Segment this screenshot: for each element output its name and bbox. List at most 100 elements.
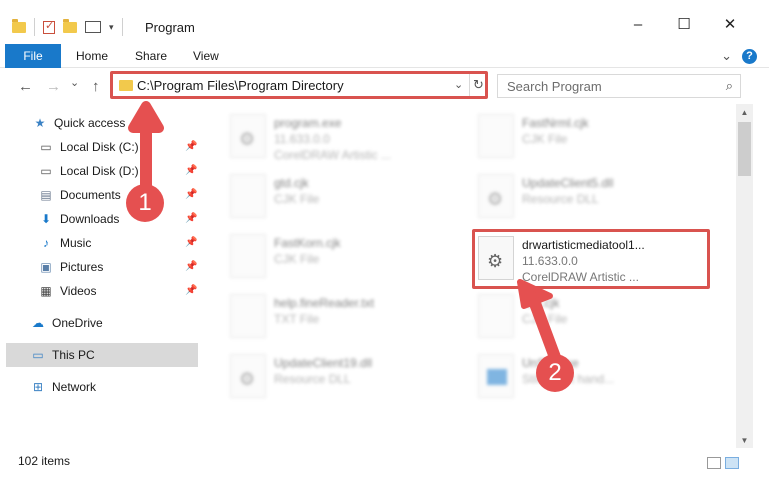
sidebar-item-network[interactable]: ⊞ Network xyxy=(30,375,96,399)
file-icon xyxy=(230,294,266,338)
quick-access-toolbar: ▾ xyxy=(12,18,123,36)
file-icon xyxy=(230,234,266,278)
folder-icon[interactable] xyxy=(12,18,26,33)
ribbon-collapse-icon[interactable]: ⌄ xyxy=(721,48,732,64)
pin-icon[interactable]: 📌 xyxy=(185,189,197,200)
cloud-icon: ☁ xyxy=(32,316,44,330)
sidebar-item-local-disk-c[interactable]: ▭ Local Disk (C:) xyxy=(38,135,139,159)
file-item[interactable]: FastNrml.cjk CJK File xyxy=(478,110,708,164)
maximize-button[interactable]: ☐ xyxy=(674,14,694,34)
item-count: 102 items xyxy=(18,454,71,468)
scroll-up-icon[interactable]: ▲ xyxy=(736,104,753,120)
sidebar-item-label: Quick access xyxy=(54,116,126,130)
file-item[interactable]: gtd.cjk CJK File xyxy=(230,170,460,224)
pin-icon[interactable]: 📌 xyxy=(185,165,197,176)
sidebar-item-quick-access[interactable]: ★ Quick access xyxy=(32,111,126,135)
sidebar-item-label: Local Disk (C:) xyxy=(60,140,139,154)
recent-locations-button[interactable]: ⌄ xyxy=(70,76,79,89)
file-name: help.fineReader.txt xyxy=(274,296,375,310)
properties-check-icon[interactable] xyxy=(43,19,55,34)
sidebar-item-documents[interactable]: ▤ Documents xyxy=(38,183,120,207)
videos-icon: ▦ xyxy=(40,284,52,298)
pin-icon[interactable]: 📌 xyxy=(185,237,197,248)
close-button[interactable]: ✕ xyxy=(720,14,740,34)
file-item[interactable]: fast.cjk CJK File xyxy=(478,290,708,344)
forward-button[interactable]: → xyxy=(46,78,61,95)
tab-home[interactable]: Home xyxy=(76,49,108,63)
star-icon: ★ xyxy=(34,116,46,130)
file-name: gtd.cjk xyxy=(274,176,309,190)
file-type: Resource DLL xyxy=(522,192,599,206)
ribbon-tabs: File Home Share View ⌄ ? xyxy=(0,44,769,68)
file-item[interactable]: ⚙ UpdateClient19.dll Resource DLL xyxy=(230,350,460,404)
pin-icon[interactable]: 📌 xyxy=(185,213,197,224)
scroll-down-icon[interactable]: ▼ xyxy=(736,432,753,448)
file-item[interactable]: UnSTI.exe Still event hand... xyxy=(478,350,708,404)
dll-icon: ⚙ xyxy=(478,174,514,218)
pin-icon[interactable]: 📌 xyxy=(185,141,197,152)
sidebar-item-music[interactable]: ♪ Music xyxy=(38,231,91,255)
step-badge-2: 2 xyxy=(536,354,574,392)
sidebar-item-label: This PC xyxy=(52,348,95,362)
sidebar-item-label: OneDrive xyxy=(52,316,103,330)
new-folder-icon[interactable] xyxy=(63,18,77,33)
search-icon[interactable]: ⌕ xyxy=(726,78,733,94)
sidebar-item-this-pc[interactable]: ▭ This PC xyxy=(6,343,198,367)
sidebar-item-downloads[interactable]: ⬇ Downloads xyxy=(38,207,119,231)
drive-icon: ▭ xyxy=(40,140,52,154)
file-version: 11.633.0.0 xyxy=(274,132,330,146)
view-toggle xyxy=(707,457,739,469)
file-type: TXT File xyxy=(274,312,320,326)
search-input[interactable]: Search Program ⌕ xyxy=(497,74,741,98)
pin-icon[interactable]: 📌 xyxy=(185,285,197,296)
file-name: UpdateClient19.dll xyxy=(274,356,373,370)
navigation-pane: ★ Quick access ▭ Local Disk (C:) 📌 ▭ Loc… xyxy=(0,104,202,448)
toolbar-separator xyxy=(121,18,123,36)
documents-icon: ▤ xyxy=(40,188,52,202)
search-placeholder: Search Program xyxy=(507,79,602,94)
sidebar-item-label: Local Disk (D:) xyxy=(60,164,139,178)
drive-icon: ▭ xyxy=(40,164,52,178)
chevron-down-icon[interactable]: ▾ xyxy=(109,22,114,33)
help-icon[interactable]: ? xyxy=(742,48,757,64)
toolbar-separator xyxy=(34,18,35,36)
file-type: CJK File xyxy=(522,132,568,146)
sidebar-item-local-disk-d[interactable]: ▭ Local Disk (D:) xyxy=(38,159,139,183)
file-name: program.exe xyxy=(274,116,342,130)
file-item[interactable]: help.fineReader.txt TXT File xyxy=(230,290,460,344)
details-view-icon[interactable] xyxy=(707,457,721,469)
file-type: CJK File xyxy=(274,252,320,266)
tiles-view-icon[interactable] xyxy=(725,457,739,469)
sidebar-item-pictures[interactable]: ▣ Pictures xyxy=(38,255,103,279)
file-item[interactable]: FastKorn.cjk CJK File xyxy=(230,230,460,284)
file-item[interactable]: ⚙ program.exe 11.633.0.0 CorelDRAW Artis… xyxy=(230,110,460,164)
sidebar-item-onedrive[interactable]: ☁ OneDrive xyxy=(30,311,103,335)
back-button[interactable]: ← xyxy=(18,78,33,95)
file-name: fast.cjk xyxy=(522,296,560,310)
tab-file[interactable]: File xyxy=(5,44,61,68)
file-name: FastNrml.cjk xyxy=(522,116,589,130)
sidebar-item-label: Pictures xyxy=(60,260,104,274)
music-icon: ♪ xyxy=(43,236,49,250)
file-name: UpdateClient5.dll xyxy=(522,176,614,190)
minimize-button[interactable]: – xyxy=(628,14,648,34)
up-button[interactable]: ↑ xyxy=(92,78,100,95)
file-name: FastKorn.cjk xyxy=(274,236,341,250)
status-bar: 102 items xyxy=(0,448,769,482)
vertical-scrollbar[interactable]: ▲ ▼ xyxy=(736,104,753,448)
sidebar-item-label: Downloads xyxy=(60,212,120,226)
sidebar-item-label: Network xyxy=(52,380,97,394)
scroll-thumb[interactable] xyxy=(738,122,751,176)
tab-view[interactable]: View xyxy=(193,49,219,63)
file-type: CJK File xyxy=(274,192,320,206)
file-item[interactable]: ⚙ UpdateClient5.dll Resource DLL xyxy=(478,170,708,224)
customize-icon[interactable] xyxy=(85,21,101,33)
file-highlight-box xyxy=(472,229,710,289)
file-type: CJK File xyxy=(522,312,568,326)
pin-icon[interactable]: 📌 xyxy=(185,261,197,272)
tab-share[interactable]: Share xyxy=(135,49,167,63)
file-icon xyxy=(478,114,514,158)
sidebar-item-videos[interactable]: ▦ Videos xyxy=(38,279,96,303)
file-icon xyxy=(230,174,266,218)
exe-icon: ⚙ xyxy=(230,114,266,158)
